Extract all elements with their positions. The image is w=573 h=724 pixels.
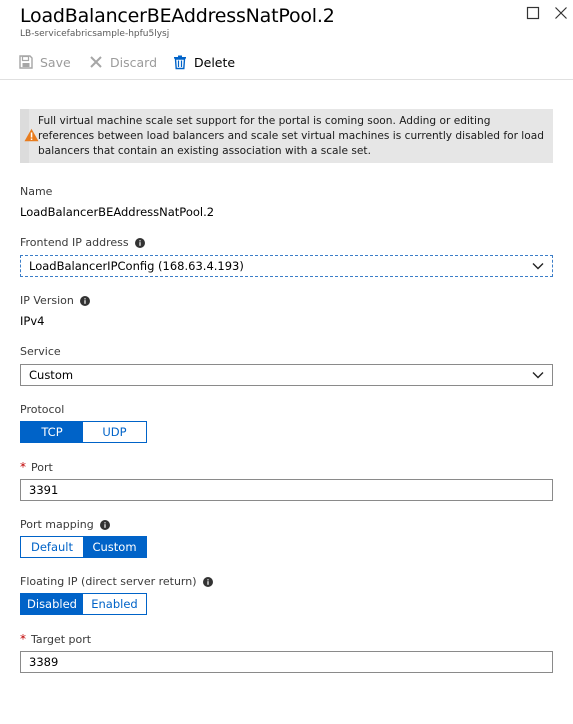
target-port-label: * Target port: [20, 632, 92, 646]
floating-ip-label: Floating IP (direct server return): [20, 575, 213, 588]
service-label: Service: [20, 345, 61, 358]
port-label: * Port: [20, 460, 53, 474]
floating-ip-toggle: Disabled Enabled: [20, 593, 147, 615]
maximize-icon[interactable]: [526, 6, 542, 22]
port-input[interactable]: 3391: [20, 479, 553, 501]
port-mapping-toggle: Default Custom: [20, 536, 147, 558]
discard-icon: [88, 54, 104, 70]
frontend-ip-dropdown[interactable]: LoadBalancerIPConfig (168.63.4.193): [20, 255, 553, 277]
info-icon[interactable]: [134, 237, 145, 248]
discard-label: Discard: [110, 54, 157, 70]
warning-text: Full virtual machine scale set support f…: [38, 115, 544, 157]
port-mapping-option-default[interactable]: Default: [21, 537, 83, 557]
frontend-ip-label: Frontend IP address: [20, 236, 145, 249]
warning-icon: [24, 128, 39, 142]
delete-label: Delete: [194, 54, 236, 70]
save-icon: [18, 54, 34, 70]
command-bar: Save Discard Delete: [0, 44, 573, 80]
load-balancer-nat-pool-blade: LoadBalancerBEAddressNatPool.2 LB-servic…: [0, 0, 573, 724]
required-marker: *: [20, 632, 26, 646]
name-value: LoadBalancerBEAddressNatPool.2: [20, 205, 215, 219]
ip-version-value: IPv4: [20, 314, 45, 328]
trash-icon: [172, 54, 188, 70]
delete-button[interactable]: Delete: [172, 53, 235, 71]
frontend-ip-value: LoadBalancerIPConfig (168.63.4.193): [29, 259, 244, 273]
target-port-input[interactable]: 3389: [20, 651, 553, 673]
port-mapping-label: Port mapping: [20, 518, 110, 531]
chevron-down-icon: [532, 263, 544, 270]
discard-button[interactable]: Discard: [88, 53, 157, 71]
floating-ip-option-disabled[interactable]: Disabled: [21, 594, 83, 614]
service-value: Custom: [29, 368, 74, 382]
service-dropdown[interactable]: Custom: [20, 364, 553, 386]
save-label: Save: [40, 54, 71, 70]
info-icon[interactable]: [99, 519, 110, 530]
blade-subtitle: LB-servicefabricsample-hpfu5lysj: [20, 29, 170, 39]
protocol-option-tcp[interactable]: TCP: [21, 422, 83, 442]
chevron-down-icon: [532, 372, 544, 379]
ip-version-label: IP Version: [20, 294, 90, 307]
required-marker: *: [20, 460, 26, 474]
name-label: Name: [20, 185, 53, 198]
blade-title: LoadBalancerBEAddressNatPool.2: [20, 5, 335, 27]
protocol-toggle: TCP UDP: [20, 421, 147, 443]
floating-ip-option-enabled[interactable]: Enabled: [83, 594, 146, 614]
close-icon[interactable]: [554, 6, 570, 22]
save-button[interactable]: Save: [18, 53, 71, 71]
protocol-option-udp[interactable]: UDP: [83, 422, 146, 442]
warning-banner: Full virtual machine scale set support f…: [20, 109, 553, 163]
protocol-label: Protocol: [20, 403, 65, 416]
info-icon[interactable]: [79, 295, 90, 306]
port-mapping-option-custom[interactable]: Custom: [83, 537, 146, 557]
info-icon[interactable]: [202, 576, 213, 587]
